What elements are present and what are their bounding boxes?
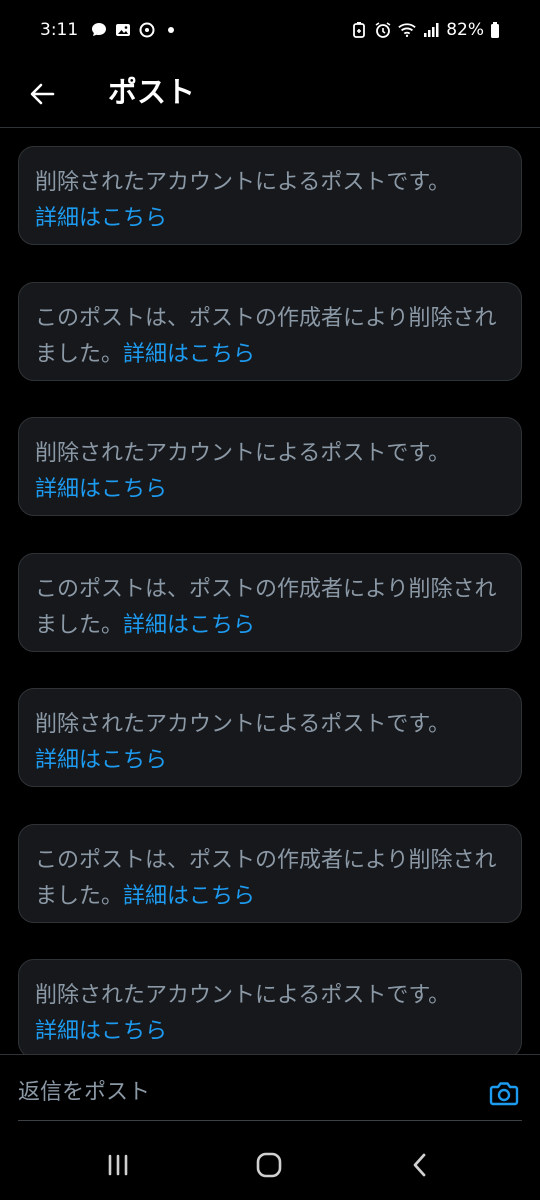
learn-more-link[interactable]: 詳細はこちら: [35, 206, 167, 231]
deleted-post-message: このポストは、ポストの作成者により削除されました。: [35, 306, 497, 367]
back-arrow-icon: [30, 83, 55, 105]
deleted-post-card[interactable]: このポストは、ポストの作成者により削除されました。詳細はこちら: [18, 553, 522, 652]
deleted-post-card[interactable]: このポストは、ポストの作成者により削除されました。詳細はこちら: [18, 824, 522, 923]
deleted-post-card[interactable]: 削除されたアカウントによるポストです。 詳細はこちら: [18, 688, 522, 787]
reply-input[interactable]: [18, 1074, 448, 1110]
recent-apps-button[interactable]: [98, 1147, 138, 1183]
post-thread-feed[interactable]: 削除されたアカウントによるポストです。 詳細はこちら このポストは、ポストの作成…: [0, 129, 540, 1054]
status-bar-right: 82%: [350, 20, 500, 40]
chat-bubble-icon: [90, 21, 108, 39]
back-icon: [413, 1153, 426, 1177]
signal-icon: [422, 21, 440, 39]
wifi-icon: [398, 21, 416, 39]
camera-icon: [489, 1082, 519, 1106]
image-icon: [114, 21, 132, 39]
home-button[interactable]: [249, 1147, 289, 1183]
status-bar-left: 3:11: [40, 20, 175, 40]
alarm-icon: [374, 21, 392, 39]
learn-more-link[interactable]: 詳細はこちら: [123, 342, 255, 367]
learn-more-link[interactable]: 詳細はこちら: [35, 1019, 167, 1044]
top-header: ポスト: [0, 60, 540, 128]
reply-input-underline: [18, 1120, 522, 1121]
recent-apps-icon: [108, 1154, 128, 1176]
home-icon: [256, 1152, 282, 1178]
camera-button[interactable]: [486, 1075, 522, 1111]
status-bar: 3:11 82%: [0, 0, 540, 60]
deleted-post-message: 削除されたアカウントによるポストです。: [35, 170, 451, 195]
system-nav-bar: [0, 1129, 540, 1200]
deleted-post-card[interactable]: 削除されたアカウントによるポストです。 詳細はこちら: [18, 417, 522, 516]
deleted-post-message: 削除されたアカウントによるポストです。: [35, 712, 451, 737]
system-back-button[interactable]: [400, 1147, 440, 1183]
deleted-post-message: このポストは、ポストの作成者により削除されました。: [35, 577, 497, 638]
battery-percent: 82%: [446, 20, 484, 40]
learn-more-link[interactable]: 詳細はこちら: [35, 477, 167, 502]
back-button[interactable]: [22, 74, 62, 114]
battery-saver-icon: [350, 21, 368, 39]
learn-more-link[interactable]: 詳細はこちら: [123, 884, 255, 909]
page-title: ポスト: [108, 75, 196, 109]
deleted-post-card[interactable]: 削除されたアカウントによるポストです。 詳細はこちら: [18, 146, 522, 245]
status-time: 3:11: [40, 20, 79, 40]
deleted-post-message: 削除されたアカウントによるポストです。: [35, 441, 451, 466]
deleted-post-card[interactable]: このポストは、ポストの作成者により削除されました。詳細はこちら: [18, 282, 522, 381]
sync-icon: [138, 21, 156, 39]
learn-more-link[interactable]: 詳細はこちら: [35, 748, 167, 773]
reply-bar: [0, 1054, 540, 1129]
deleted-post-message: 削除されたアカウントによるポストです。: [35, 983, 451, 1008]
battery-icon: [490, 21, 500, 39]
learn-more-link[interactable]: 詳細はこちら: [123, 613, 255, 638]
deleted-post-message: このポストは、ポストの作成者により削除されました。: [35, 848, 497, 909]
notification-dot: [168, 27, 175, 33]
deleted-post-card[interactable]: 削除されたアカウントによるポストです。 詳細はこちら: [18, 959, 522, 1054]
